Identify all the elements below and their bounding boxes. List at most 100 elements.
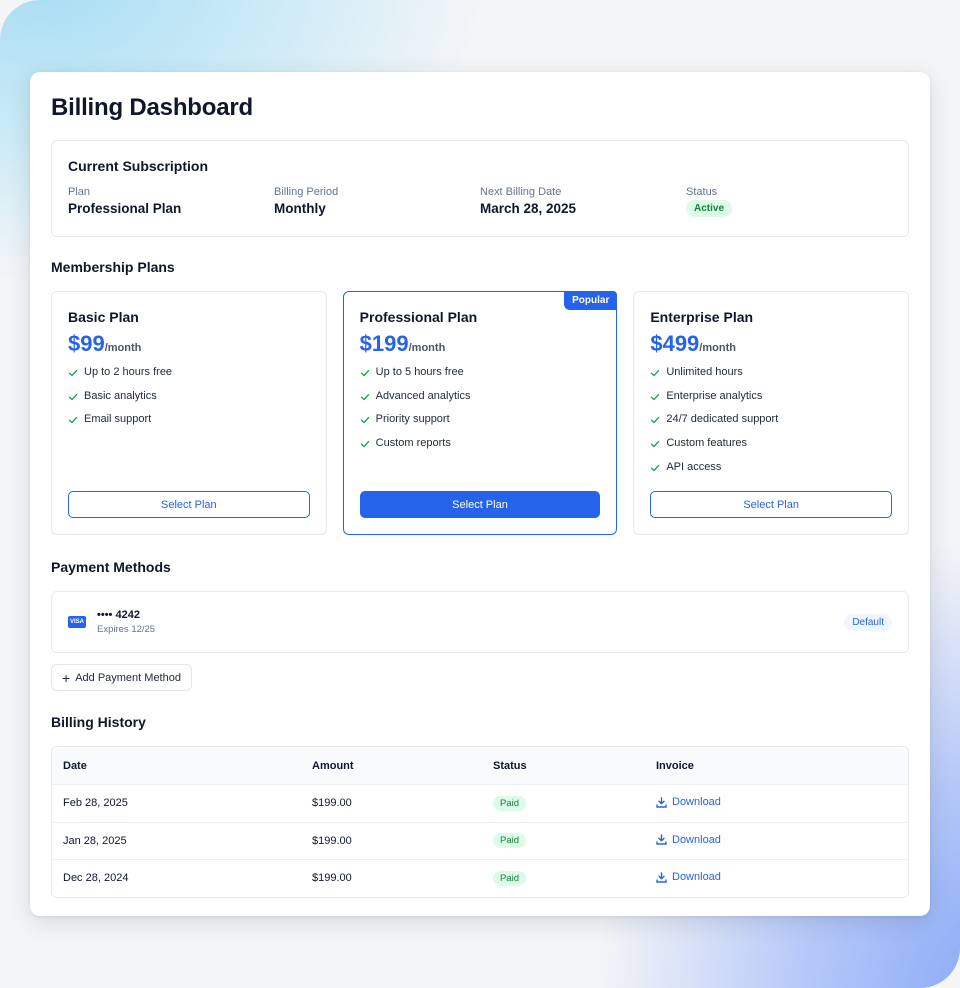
- next-billing-label: Next Billing Date: [480, 186, 562, 198]
- table-header: Date Amount Status Invoice: [52, 747, 908, 784]
- check-icon: [360, 415, 370, 425]
- plan-card-basic: Basic Plan $99/month Up to 2 hours free …: [51, 291, 327, 535]
- feature-item: Email support: [68, 408, 310, 432]
- feature-text: Up to 5 hours free: [375, 366, 464, 378]
- feature-item: API access: [650, 456, 892, 480]
- feature-item: Enterprise analytics: [650, 385, 892, 409]
- price-period: /month: [104, 342, 142, 354]
- popular-badge: Popular: [564, 291, 618, 310]
- billing-history-title: Billing History: [51, 714, 146, 730]
- feature-text: API access: [666, 460, 722, 473]
- select-enterprise-plan-button[interactable]: Select Plan: [650, 491, 893, 518]
- check-icon: [68, 368, 78, 378]
- table-row: Dec 28, 2024 $199.00 Paid Download: [52, 859, 908, 897]
- feature-text: Enterprise analytics: [666, 389, 763, 402]
- row-invoice: Download: [656, 796, 908, 811]
- feature-list: Up to 5 hours free Advanced analytics Pr…: [360, 361, 601, 456]
- check-icon: [650, 392, 660, 402]
- paid-badge: Paid: [493, 795, 527, 811]
- feature-item: Up to 2 hours free: [68, 361, 310, 385]
- download-label: Download: [672, 871, 721, 883]
- feature-text: Up to 2 hours free: [84, 366, 173, 378]
- subscription-period: Billing Period Monthly: [274, 186, 480, 217]
- feature-text: Advanced analytics: [375, 389, 471, 402]
- visa-card-icon: VISA: [68, 616, 86, 628]
- next-billing-value: March 28, 2025: [480, 201, 577, 216]
- price-period: /month: [408, 342, 446, 354]
- check-icon: [360, 368, 370, 378]
- price-amount: $199: [359, 331, 409, 356]
- check-icon: [650, 415, 660, 425]
- download-label: Download: [672, 833, 721, 846]
- plan-card-enterprise: Enterprise Plan $499/month Unlimited hou…: [633, 291, 910, 535]
- feature-item: Unlimited hours: [650, 361, 892, 385]
- feature-item: Custom features: [650, 432, 892, 456]
- feature-item: Advanced analytics: [360, 385, 601, 409]
- feature-list: Unlimited hours Enterprise analytics 24/…: [650, 361, 892, 479]
- table-row: Jan 28, 2025 $199.00 Paid Download: [52, 821, 908, 860]
- payment-method-card[interactable]: VISA •••• 4242 Expires 12/25 Default: [51, 591, 909, 653]
- row-invoice: Download: [656, 834, 908, 849]
- payment-methods-title: Payment Methods: [51, 559, 171, 575]
- download-icon: [656, 834, 667, 845]
- check-icon: [650, 368, 660, 378]
- download-icon: [656, 871, 667, 883]
- membership-plans-title: Membership Plans: [51, 259, 175, 275]
- download-label: Download: [672, 796, 721, 808]
- card-expiry: Expires 12/25: [97, 624, 156, 635]
- default-badge: Default: [844, 613, 892, 631]
- plans-list: Basic Plan $99/month Up to 2 hours free …: [51, 291, 910, 535]
- download-invoice-link[interactable]: Download: [656, 796, 721, 808]
- feature-list: Up to 2 hours free Basic analytics Email…: [68, 361, 310, 432]
- add-payment-method-button[interactable]: + Add Payment Method: [51, 664, 192, 691]
- card-number: •••• 4242: [97, 609, 140, 621]
- feature-item: Basic analytics: [68, 385, 310, 409]
- download-invoice-link[interactable]: Download: [656, 834, 721, 846]
- plan-name: Basic Plan: [68, 309, 139, 325]
- feature-item: Priority support: [360, 408, 601, 432]
- check-icon: [650, 463, 660, 473]
- download-invoice-link[interactable]: Download: [656, 871, 721, 883]
- column-date: Date: [63, 759, 87, 772]
- feature-text: 24/7 dedicated support: [666, 413, 779, 426]
- column-amount: Amount: [312, 759, 354, 772]
- payment-method-info: •••• 4242 Expires 12/25: [97, 609, 155, 635]
- check-icon: [68, 392, 78, 402]
- check-icon: [360, 439, 370, 449]
- select-professional-plan-button[interactable]: Select Plan: [359, 491, 601, 518]
- row-status: Paid: [493, 795, 656, 811]
- billing-history-table: Date Amount Status Invoice Feb 28, 2025 …: [51, 746, 909, 898]
- feature-text: Custom features: [666, 437, 748, 450]
- feature-item: 24/7 dedicated support: [650, 408, 892, 432]
- plus-icon: +: [62, 669, 71, 686]
- select-basic-plan-button[interactable]: Select Plan: [68, 491, 310, 518]
- plan-card-professional: Popular Professional Plan $199/month Up …: [342, 291, 618, 535]
- feature-item: Up to 5 hours free: [360, 361, 601, 385]
- plan-price: $99/month: [68, 331, 310, 357]
- feature-item: Custom reports: [360, 432, 601, 456]
- feature-text: Priority support: [375, 413, 450, 426]
- row-status: Paid: [493, 870, 656, 886]
- status-label: Status: [686, 186, 718, 198]
- feature-text: Basic analytics: [84, 389, 157, 402]
- subscription-period-value: Monthly: [274, 201, 326, 216]
- check-icon: [650, 439, 660, 449]
- price-amount: $499: [650, 331, 700, 356]
- row-amount: $199.00: [312, 872, 352, 885]
- paid-badge: Paid: [493, 833, 527, 849]
- current-subscription-card: Current Subscription Plan Professional P…: [51, 140, 909, 237]
- download-icon: [656, 796, 667, 808]
- row-date: Jan 28, 2025: [63, 834, 127, 847]
- status-badge: Active: [686, 200, 733, 217]
- column-invoice: Invoice: [656, 759, 694, 772]
- page-title: Billing Dashboard: [51, 94, 253, 121]
- plan-price: $499/month: [650, 331, 892, 357]
- feature-text: Unlimited hours: [666, 366, 743, 378]
- row-status: Paid: [493, 833, 656, 849]
- subscription-period-label: Billing Period: [274, 186, 339, 198]
- price-period: /month: [699, 342, 736, 354]
- subscription-plan-label: Plan: [68, 186, 91, 198]
- plan-name: Professional Plan: [359, 309, 478, 325]
- billing-window: Billing Dashboard Current Subscription P…: [30, 72, 930, 916]
- row-invoice: Download: [656, 871, 908, 886]
